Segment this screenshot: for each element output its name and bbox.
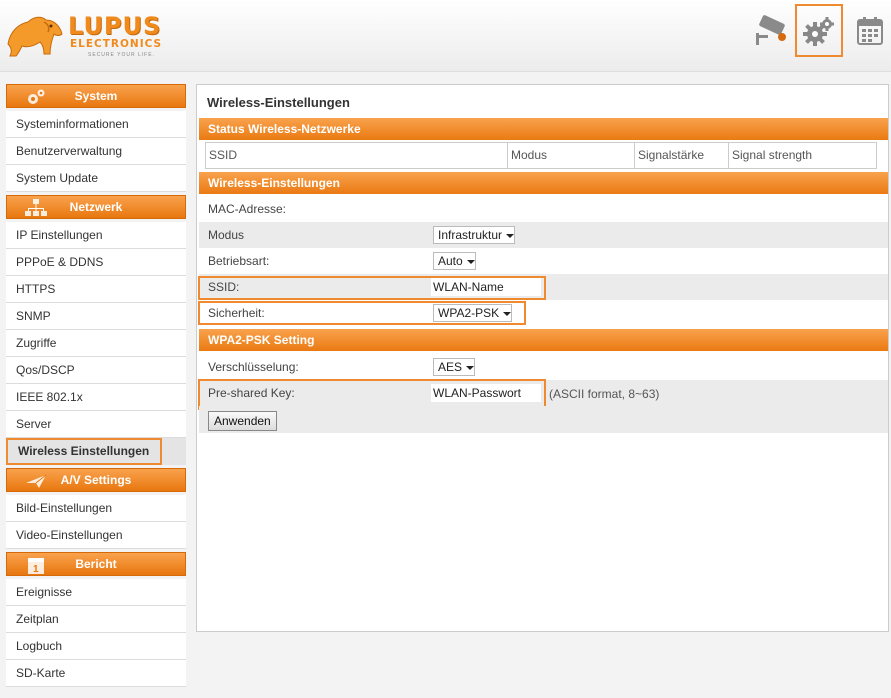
header: LUPUS ELECTRONICS SECURE YOUR LIFE. — [0, 0, 891, 72]
operation-mode-label: Betriebsart: — [208, 254, 270, 268]
page-title: Wireless-Einstellungen — [207, 95, 350, 110]
sidebar-section-title: System — [74, 89, 118, 103]
section-header-status: Status Wireless-Netzwerke — [199, 118, 888, 140]
operation-mode-select-value: Auto — [438, 254, 463, 268]
mac-address-label: MAC-Adresse: — [208, 202, 287, 216]
sidebar-section-title: A/V Settings — [60, 473, 132, 487]
sidebar-section-netzwerk[interactable]: Netzwerk — [6, 195, 186, 219]
sidebar-item-bild-einstellungen[interactable]: Bild-Einstellungen — [6, 495, 186, 522]
brand-tagline: SECURE YOUR LIFE. — [88, 52, 155, 58]
encryption-select[interactable]: AES — [433, 358, 476, 376]
sidebar-item-systeminformationen[interactable]: Systeminformationen — [6, 111, 186, 138]
brand-subname: ELECTRONICS — [70, 38, 163, 50]
sidebar-item-qos-dscp[interactable]: Qos/DSCP — [6, 357, 186, 384]
calendar-icon: 1 — [28, 558, 44, 575]
sidebar-section-bericht[interactable]: 1 Bericht — [6, 552, 186, 576]
ssid-highlight — [198, 276, 546, 300]
encryption-label: Verschlüsselung: — [208, 360, 299, 374]
sidebar-item-ip-einstellungen[interactable]: IP Einstellungen — [6, 222, 186, 249]
mac-address-value — [423, 200, 557, 218]
sidebar-item-wireless-row: Wireless Einstellungen — [6, 438, 186, 465]
column-header-modus: Modus — [508, 143, 635, 168]
plane-icon — [26, 474, 47, 488]
camera-button[interactable] — [746, 4, 794, 57]
apply-button[interactable]: Anwenden — [208, 411, 277, 431]
column-header-signal-strength: Signal strength — [732, 148, 813, 162]
column-header-signalstaerke: Signalstärke — [635, 143, 729, 168]
sidebar: System Systeminformationen Benutzerverwa… — [6, 84, 186, 687]
encryption-select-value: AES — [438, 360, 463, 374]
svg-text:1: 1 — [33, 564, 39, 575]
sidebar-section-title: Netzwerk — [69, 200, 123, 214]
sidebar-item-zeitplan[interactable]: Zeitplan — [6, 606, 186, 633]
settings-button[interactable] — [795, 4, 843, 57]
dog-logo-icon — [7, 16, 63, 57]
chevron-down-icon — [466, 365, 475, 370]
calendar-button[interactable] — [846, 4, 891, 57]
pre-shared-key-hint: (ASCII format, 8~63) — [549, 387, 660, 401]
chevron-down-icon — [506, 233, 515, 238]
row-mac-address: MAC-Adresse: — [199, 196, 888, 222]
main-panel: Wireless-Einstellungen Status Wireless-N… — [196, 84, 889, 632]
sidebar-item-zugriffe[interactable]: Zugriffe — [6, 330, 186, 357]
operation-mode-select[interactable]: Auto — [433, 252, 476, 270]
mode-label: Modus — [208, 228, 245, 242]
sidebar-item-system-update[interactable]: System Update — [6, 165, 186, 192]
sidebar-section-system[interactable]: System — [6, 84, 186, 108]
network-icon — [25, 199, 47, 216]
sidebar-item-logbuch[interactable]: Logbuch — [6, 633, 186, 660]
sidebar-item-benutzerverwaltung[interactable]: Benutzerverwaltung — [6, 138, 186, 165]
mode-select[interactable]: Infrastruktur — [433, 226, 516, 244]
sidebar-section-title: Bericht — [75, 557, 117, 571]
row-operation-mode: Betriebsart: Auto — [199, 248, 888, 274]
sidebar-item-ieee-8021x[interactable]: IEEE 802.1x — [6, 384, 186, 411]
sidebar-item-sd-karte[interactable]: SD-Karte — [6, 660, 186, 687]
sidebar-item-snmp[interactable]: SNMP — [6, 303, 186, 330]
camera-icon — [756, 14, 786, 45]
row-mode: Modus Infrastruktur — [199, 222, 888, 248]
section-header-wireless: Wireless-Einstellungen — [199, 172, 888, 194]
sidebar-item-video-einstellungen[interactable]: Video-Einstellungen — [6, 522, 186, 549]
sidebar-section-av-settings[interactable]: A/V Settings — [6, 468, 186, 492]
sidebar-item-wireless-einstellungen[interactable]: Wireless Einstellungen — [6, 438, 162, 465]
sidebar-item-pppoe-ddns[interactable]: PPPoE & DDNS — [6, 249, 186, 276]
lupus-logo[interactable]: LUPUS ELECTRONICS SECURE YOUR LIFE. — [4, 12, 189, 60]
settings-icon — [803, 16, 834, 46]
row-encryption: Verschlüsselung: AES — [199, 354, 888, 380]
mode-select-value: Infrastruktur — [438, 228, 503, 242]
sidebar-item-https[interactable]: HTTPS — [6, 276, 186, 303]
column-header-ssid: SSID — [206, 143, 508, 168]
security-highlight — [198, 301, 526, 325]
row-apply — [199, 406, 888, 433]
section-header-wpa2-psk: WPA2-PSK Setting — [199, 329, 888, 351]
gears-icon — [28, 89, 45, 104]
brand-name: LUPUS — [68, 12, 162, 40]
sidebar-item-ereignisse[interactable]: Ereignisse — [6, 579, 186, 606]
sidebar-item-server[interactable]: Server — [6, 411, 186, 438]
calendar-icon — [857, 16, 883, 45]
chevron-down-icon — [466, 259, 475, 264]
status-table: SSID Modus Signalstärke Signal strength — [205, 142, 877, 169]
